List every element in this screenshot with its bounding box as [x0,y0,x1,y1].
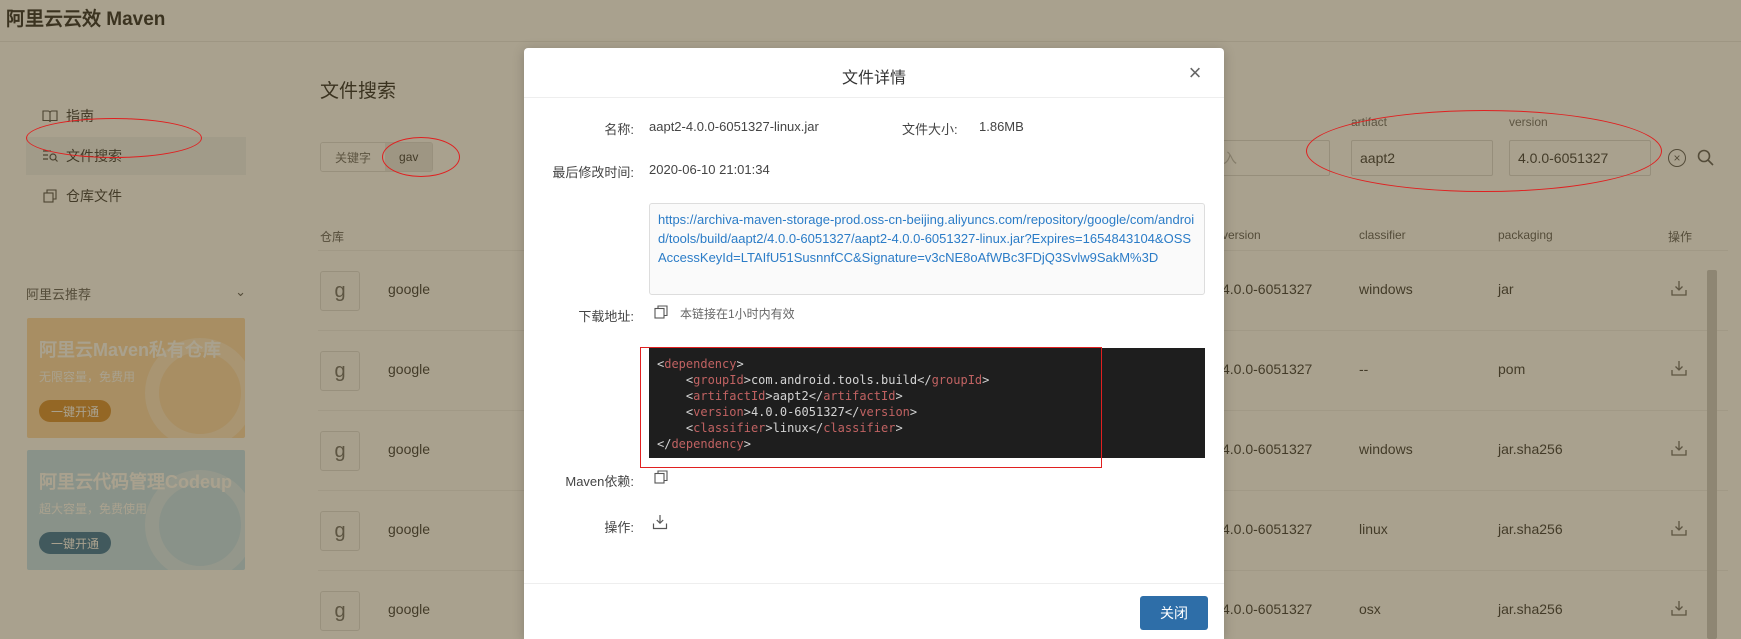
annotation-ellipse [1306,110,1662,192]
ops-label: 操作: [604,520,634,535]
modified-label: 最后修改时间: [552,165,634,180]
annotation-ellipse [26,118,202,158]
dialog-footer: 关闭 [524,583,1224,639]
modified-value: 2020-06-10 21:01:34 [649,162,770,177]
copy-icon[interactable] [654,470,668,484]
annotation-rect [640,347,1102,468]
annotation-ellipse [382,137,460,177]
name-label: 名称: [604,122,634,137]
name-value: aapt2-4.0.0-6051327-linux.jar [649,119,819,134]
download-label: 下载地址: [578,309,634,324]
maven-label: Maven依赖: [565,474,634,489]
dialog-title: 文件详情 [841,70,906,87]
close-icon[interactable]: × [1184,60,1206,85]
download-icon[interactable] [652,514,668,530]
size-label: 文件大小: [902,122,958,137]
copy-icon[interactable] [654,305,668,319]
size-value: 1.86MB [979,119,1024,134]
link-validity-hint: 本链接在1小时内有效 [680,307,795,321]
dialog-header: 文件详情 × [524,48,1224,98]
close-button[interactable]: 关闭 [1140,596,1208,630]
file-detail-dialog: 文件详情 × 名称: aapt2-4.0.0-6051327-linux.jar… [524,48,1224,639]
download-url-box[interactable]: https://archiva-maven-storage-prod.oss-c… [649,203,1205,295]
